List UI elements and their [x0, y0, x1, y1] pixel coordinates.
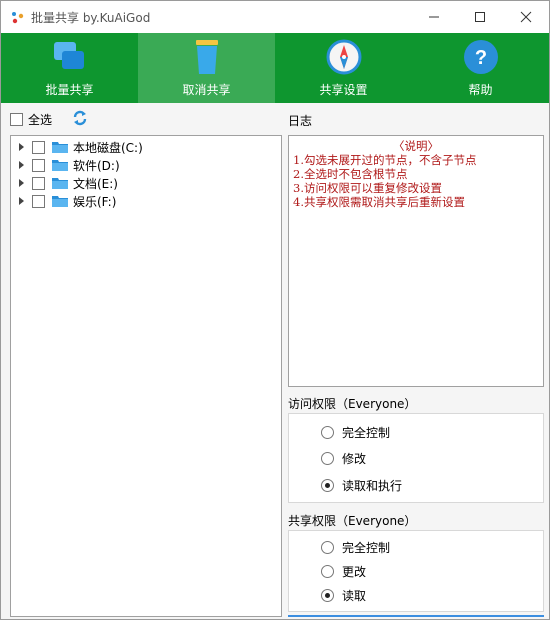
batch-share-button[interactable]: 批量共享	[1, 33, 138, 103]
radio-label: 读取	[342, 588, 367, 603]
node-label: 文档(E:)	[73, 176, 118, 191]
access-modify-radio[interactable]: 修改	[321, 450, 366, 466]
help-label: 帮助	[468, 83, 493, 97]
log-heading: 〈说明〉	[393, 139, 439, 153]
compass-icon	[326, 39, 361, 75]
folder-tree[interactable]: 本地磁盘(C:) 软件(D:) 文档(E:) 娱乐(F:)	[10, 135, 282, 617]
radio-label: 完全控制	[342, 425, 391, 440]
node-label: 娱乐(F:)	[73, 194, 117, 209]
expand-arrow-icon[interactable]	[19, 197, 24, 205]
node-label: 本地磁盘(C:)	[73, 140, 143, 155]
radio-circle[interactable]	[321, 540, 334, 554]
close-button[interactable]	[503, 1, 549, 33]
access-permission-label: 访问权限（Everyone）	[288, 397, 417, 411]
cancel-share-button[interactable]: 取消共享	[138, 33, 275, 103]
log-label: 日志	[288, 114, 313, 128]
folder-icon	[52, 178, 68, 189]
access-permission-group: 完全控制 修改 读取和执行	[288, 413, 544, 503]
share-permission-label: 共享权限（Everyone）	[288, 514, 417, 528]
tree-node[interactable]: 本地磁盘(C:)	[11, 138, 143, 156]
batch-share-label: 批量共享	[45, 83, 94, 97]
share-change-radio[interactable]: 更改	[321, 563, 366, 579]
node-checkbox[interactable]	[32, 194, 45, 208]
select-all-checkbox[interactable]: 全选	[10, 111, 52, 127]
help-icon: ?	[463, 40, 498, 74]
maximize-icon	[475, 12, 485, 22]
radio-label: 读取和执行	[342, 478, 403, 493]
expand-arrow-icon[interactable]	[19, 161, 24, 169]
log-line: 2.全选时不包含根节点	[293, 167, 408, 181]
app-window: 批量共享 by.KuAiGod 批量共享 取消共享 共享设置 ? 帮助 全选 本…	[0, 0, 550, 620]
radio-circle[interactable]	[321, 588, 334, 602]
cancel-share-label: 取消共享	[182, 83, 231, 97]
toolbar: 批量共享 取消共享 共享设置 ? 帮助	[1, 33, 549, 103]
folder-icon	[52, 196, 68, 207]
maximize-button[interactable]	[457, 1, 503, 33]
share-full-control-radio[interactable]: 完全控制	[321, 539, 390, 555]
folder-icon	[52, 142, 68, 153]
share-settings-label: 共享设置	[319, 83, 368, 97]
tree-node[interactable]: 文档(E:)	[11, 174, 118, 192]
node-checkbox[interactable]	[32, 140, 45, 154]
tree-node[interactable]: 软件(D:)	[11, 156, 120, 174]
log-line: 1.勾选未展开过的节点，不含子节点	[293, 153, 477, 167]
access-full-control-radio[interactable]: 完全控制	[321, 424, 390, 440]
log-line: 4.共享权限需取消共享后重新设置	[293, 195, 465, 209]
node-checkbox[interactable]	[32, 158, 45, 172]
access-read-execute-radio[interactable]: 读取和执行	[321, 477, 402, 493]
refresh-icon[interactable]	[71, 109, 89, 127]
radio-label: 完全控制	[342, 540, 391, 555]
folder-icon	[52, 160, 68, 171]
title-bar: 批量共享 by.KuAiGod	[1, 1, 549, 33]
node-checkbox[interactable]	[32, 176, 45, 190]
share-read-radio[interactable]: 读取	[321, 587, 366, 603]
bottom-button-edge[interactable]	[288, 615, 544, 619]
radio-label: 修改	[342, 451, 367, 466]
radio-circle[interactable]	[321, 478, 334, 492]
select-all-label: 全选	[28, 112, 53, 127]
trash-icon	[195, 40, 218, 74]
expand-arrow-icon[interactable]	[19, 179, 24, 187]
svg-text:?: ?	[474, 47, 486, 69]
minimize-icon	[429, 16, 439, 18]
app-logo-icon	[12, 12, 24, 24]
select-all-box[interactable]	[10, 112, 23, 126]
radio-circle[interactable]	[321, 564, 334, 578]
expand-arrow-icon[interactable]	[19, 143, 24, 151]
tree-node[interactable]: 娱乐(F:)	[11, 192, 116, 210]
share-permission-group: 完全控制 更改 读取	[288, 530, 544, 612]
node-label: 软件(D:)	[73, 158, 120, 173]
log-box[interactable]: 〈说明〉 1.勾选未展开过的节点，不含子节点 2.全选时不包含根节点 3.访问权…	[288, 135, 544, 387]
batch-share-icon	[53, 42, 84, 69]
window-title: 批量共享 by.KuAiGod	[31, 11, 151, 25]
radio-circle[interactable]	[321, 451, 334, 465]
help-button[interactable]: ? 帮助	[412, 33, 549, 103]
share-settings-button[interactable]: 共享设置	[275, 33, 412, 103]
minimize-button[interactable]	[411, 1, 457, 33]
log-line: 3.访问权限可以重复修改设置	[293, 181, 442, 195]
radio-circle[interactable]	[321, 425, 334, 439]
close-icon	[520, 11, 532, 23]
radio-label: 更改	[342, 564, 367, 579]
